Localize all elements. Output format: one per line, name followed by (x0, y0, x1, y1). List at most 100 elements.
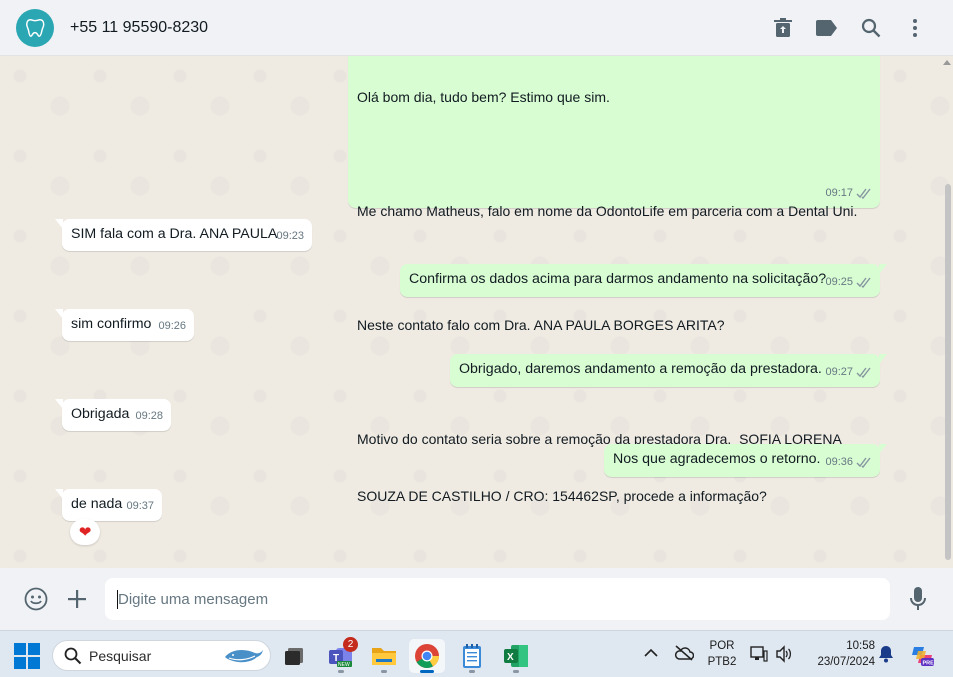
chevron-up-icon (644, 648, 658, 657)
bell-icon (879, 646, 893, 663)
message-meta: 09:17 (825, 184, 872, 203)
excel-icon: X (504, 645, 528, 667)
task-view-icon (285, 648, 303, 665)
message-bubble-incoming[interactable]: SIM fala com a Dra. ANA PAULA 09:23 (55, 219, 312, 251)
message-text: Confirma os dados acima para darmos anda… (409, 271, 827, 287)
message-time: 09:36 (825, 456, 853, 468)
heart-icon: ❤ (78, 524, 92, 541)
windows-taskbar: Pesquisar T NEW 2 X POR PTB2 10:58 23/07… (0, 630, 953, 677)
message-text: sim confirmo (71, 316, 152, 332)
chat-panel[interactable]: Olá bom dia, tudo bem? Estimo que sim. M… (0, 56, 953, 568)
message-time: 09:27 (825, 366, 853, 378)
message-bubble-outgoing[interactable]: Olá bom dia, tudo bem? Estimo que sim. M… (348, 56, 880, 504)
notification-badge: 2 (343, 637, 358, 652)
heart-reaction[interactable]: ❤ (70, 519, 100, 545)
message-meta: 09:23 (276, 227, 304, 246)
delete-button[interactable] (761, 8, 805, 48)
windows-logo-icon (14, 643, 40, 669)
taskbar-search[interactable]: Pesquisar (52, 640, 271, 671)
scroll-up-arrow[interactable] (943, 60, 951, 65)
message-time: 09:17 (825, 187, 853, 199)
message-bubble-outgoing[interactable]: Nos que agradecemos o retorno. 09:36 (604, 444, 887, 477)
contact-avatar[interactable] (16, 8, 54, 47)
start-button[interactable] (14, 643, 40, 669)
message-bubble-incoming[interactable]: Obrigada 09:28 (55, 399, 171, 431)
label-icon (816, 19, 837, 36)
show-hidden-icons-button[interactable] (643, 645, 659, 666)
message-meta: 09:25 (825, 273, 872, 292)
plus-icon (68, 590, 86, 608)
message-bubble-outgoing[interactable]: Obrigado, daremos andamento a remoção da… (450, 354, 887, 387)
running-indicator (469, 670, 475, 673)
notifications-button[interactable] (877, 645, 895, 668)
emoji-button[interactable] (16, 579, 56, 619)
network-button[interactable] (750, 645, 768, 668)
voice-message-button[interactable] (898, 579, 938, 619)
chat-header: +55 11 95590-8230 (0, 0, 953, 56)
svg-text:NEW: NEW (338, 662, 350, 668)
message-meta: 09:37 (126, 497, 154, 516)
clock-time: 10:58 (846, 640, 875, 652)
text-caret (117, 590, 118, 609)
clock-date: 23/07/2024 (817, 656, 875, 668)
taskbar-app-file-explorer[interactable] (366, 639, 402, 673)
read-ticks-icon (856, 457, 871, 468)
taskbar-app-task-view[interactable] (276, 639, 312, 673)
message-time: 09:37 (126, 500, 154, 512)
message-text: Obrigada (71, 406, 130, 422)
tooth-logo-icon (26, 18, 45, 37)
running-indicator (513, 670, 519, 673)
message-text: Nos que agradecemos o retorno. (613, 451, 821, 467)
search-highlight-whale-icon (225, 649, 263, 663)
search-label: Pesquisar (89, 648, 152, 664)
folder-icon (372, 648, 396, 665)
search-icon (861, 18, 881, 37)
message-composer (0, 568, 953, 630)
svg-text:X: X (507, 652, 514, 663)
message-meta: 09:26 (158, 317, 186, 336)
emoji-icon (24, 587, 48, 611)
clock[interactable]: 10:58 23/07/2024 (805, 638, 875, 670)
menu-button[interactable] (893, 8, 937, 48)
message-text: Obrigado, daremos andamento a remoção da… (459, 361, 822, 377)
taskbar-app-chrome[interactable] (409, 639, 445, 673)
message-text: de nada (71, 496, 123, 512)
message-meta: 09:28 (135, 407, 163, 426)
svg-text:PRE: PRE (923, 661, 935, 667)
search-messages-button[interactable] (849, 8, 893, 48)
cloud-offline-icon (675, 645, 695, 661)
message-time: 09:23 (276, 230, 304, 242)
input-language-indicator[interactable]: POR PTB2 (703, 638, 741, 670)
running-indicator (381, 670, 387, 673)
taskbar-app-notepad[interactable] (454, 639, 490, 673)
read-ticks-icon (856, 188, 871, 199)
read-ticks-icon (856, 277, 871, 288)
message-input[interactable] (105, 578, 890, 620)
network-icon (750, 646, 768, 662)
microphone-icon (910, 587, 926, 610)
message-text: SIM fala com a Dra. ANA PAULA (71, 226, 278, 242)
taskbar-app-excel[interactable]: X (498, 639, 534, 673)
volume-icon (776, 645, 792, 663)
keyboard-layout: PTB2 (707, 656, 737, 668)
search-icon (64, 647, 82, 665)
taskbar-app-teams[interactable]: T NEW 2 (323, 637, 359, 673)
chat-scrollbar[interactable] (945, 184, 951, 560)
running-indicator (338, 670, 344, 673)
message-bubble-incoming[interactable]: sim confirmo 09:26 (55, 309, 194, 341)
copilot-icon: PRE (912, 647, 935, 667)
attach-button[interactable] (57, 579, 97, 619)
copilot-button[interactable]: PRE (910, 643, 934, 672)
message-time: 09:28 (135, 410, 163, 422)
message-bubble-incoming[interactable]: de nada 09:37 (55, 489, 162, 521)
read-ticks-icon (856, 367, 871, 378)
message-bubble-outgoing[interactable]: Confirma os dados acima para darmos anda… (400, 264, 887, 297)
onedrive-button[interactable] (674, 644, 695, 667)
label-button[interactable] (805, 8, 849, 48)
menu-icon (913, 18, 917, 37)
contact-name[interactable]: +55 11 95590-8230 (70, 19, 208, 37)
running-indicator (420, 670, 434, 673)
delete-icon (774, 17, 792, 37)
volume-button[interactable] (775, 645, 793, 668)
notepad-icon (463, 644, 481, 668)
